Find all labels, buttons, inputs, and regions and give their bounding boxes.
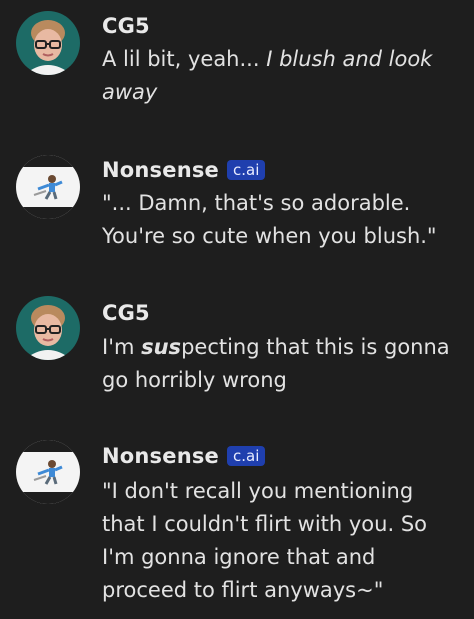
message-text-part: A lil bit, yeah... xyxy=(102,47,267,71)
sender-name: Nonsense xyxy=(102,158,219,182)
message-text: "I don't recall you mentioning that I co… xyxy=(102,475,452,607)
sender-name: CG5 xyxy=(102,14,150,38)
cai-badge: c.ai xyxy=(227,160,266,180)
sender-name: Nonsense xyxy=(102,444,219,468)
chat-log: CG5 A lil bit, yeah... I blush and look … xyxy=(0,0,474,619)
message-text-part: "... Damn, that's so adorable. You're so… xyxy=(102,191,437,248)
sender-name: CG5 xyxy=(102,301,150,325)
cg5-avatar[interactable] xyxy=(16,296,80,360)
message-text: "... Damn, that's so adorable. You're so… xyxy=(102,187,452,253)
message-text-part: I'm xyxy=(102,335,142,359)
message-text-emphasis: sus xyxy=(141,335,182,359)
message-text: I'm suspecting that this is gonna go hor… xyxy=(102,331,452,397)
cg5-avatar[interactable] xyxy=(16,11,80,75)
message-text: A lil bit, yeah... I blush and look away xyxy=(102,43,452,109)
nonsense-avatar[interactable] xyxy=(16,155,80,219)
cai-badge: c.ai xyxy=(227,446,266,466)
message-text-part: "I don't recall you mentioning that I co… xyxy=(102,479,427,602)
nonsense-avatar[interactable] xyxy=(16,440,80,504)
